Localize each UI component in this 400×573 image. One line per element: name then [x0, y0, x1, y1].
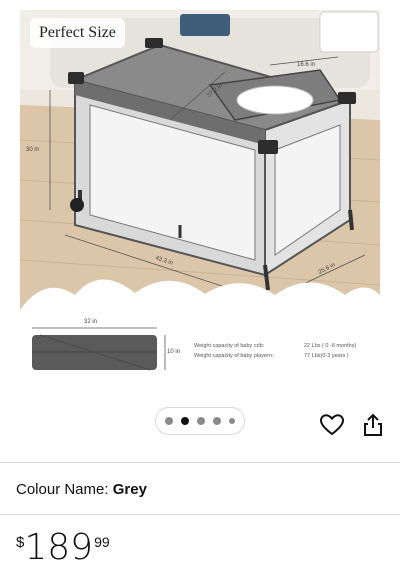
favorite-button[interactable] — [318, 411, 346, 439]
product-image[interactable]: Perfect Size 16.6 in 27.2 in 30 in 43.3 … — [20, 10, 380, 385]
carousel-dot[interactable] — [213, 417, 221, 425]
carousel-dot[interactable] — [165, 417, 173, 425]
carousel-dot[interactable] — [197, 417, 205, 425]
colour-name-label: Colour Name: — [16, 481, 109, 498]
price: $ 189 99 — [16, 530, 110, 566]
colour-name-row: Colour Name: Grey — [16, 481, 147, 498]
price-fraction: 99 — [94, 534, 110, 550]
crib-capacity-value: 22 Lbs ( 0 -6 months) — [304, 343, 357, 349]
share-icon — [364, 413, 382, 436]
crib-capacity-label: Weight capacity of baby crib: — [194, 343, 265, 349]
bag-width: 32 in — [84, 319, 98, 325]
carousel-dot[interactable] — [229, 418, 235, 424]
colour-name-value: Grey — [112, 481, 147, 498]
perfect-size-badge: Perfect Size — [30, 18, 125, 48]
carousel-dot-active[interactable] — [181, 417, 189, 425]
dim-top-width: 16.6 in — [297, 62, 316, 68]
price-whole: 189 — [24, 527, 94, 568]
price-currency-symbol: $ — [16, 534, 25, 551]
playard-capacity-label: Weight capacity of baby playern: — [194, 353, 274, 359]
share-button[interactable] — [359, 411, 387, 439]
playard-illustration — [20, 10, 380, 385]
divider — [0, 462, 400, 463]
image-carousel-indicator[interactable] — [155, 407, 245, 435]
divider — [0, 514, 400, 515]
heart-icon — [320, 414, 344, 436]
bag-height: 10 in — [167, 349, 181, 355]
dim-height: 30 in — [26, 147, 40, 153]
playard-capacity-value: 77 Lbs(0-3 years ) — [304, 353, 349, 359]
